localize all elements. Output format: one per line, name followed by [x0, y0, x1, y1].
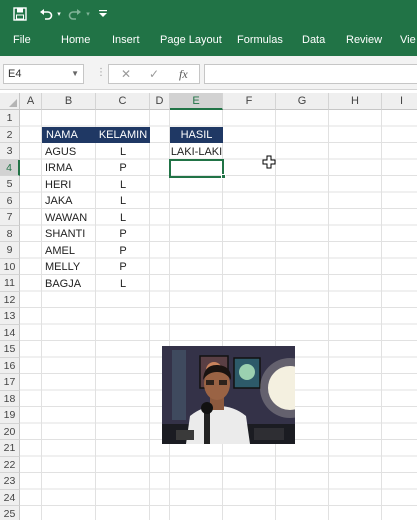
row-header[interactable]: 10 [0, 258, 20, 275]
formula-bar-area: E4 ▼ ⋮ ✕ ✓ fx [0, 56, 417, 90]
undo-dropdown-icon[interactable]: ▾ [55, 4, 63, 24]
cell-nama[interactable]: MELLY [45, 259, 80, 275]
cell-nama[interactable]: HERI [45, 177, 71, 193]
header-kelamin-text: KELAMIN [98, 129, 148, 141]
row-header[interactable]: 4 [0, 159, 20, 176]
row-header[interactable]: 1 [0, 110, 20, 127]
cell-kelamin[interactable]: P [96, 243, 150, 259]
column-header-e[interactable]: E [170, 93, 223, 110]
cell-nama[interactable]: JAKA [45, 193, 73, 209]
row-header[interactable]: 7 [0, 209, 20, 226]
cell-kelamin[interactable]: L [96, 144, 150, 160]
column-header-d[interactable]: D [150, 93, 170, 110]
select-all-button[interactable] [0, 93, 20, 110]
ribbon-tabs: File Home Insert Page Layout Formulas Da… [0, 28, 417, 56]
formula-buttons: ✕ ✓ fx [108, 64, 200, 84]
cancel-icon[interactable]: ✕ [121, 67, 131, 81]
name-box[interactable]: E4 ▼ [3, 64, 84, 84]
cell-nama[interactable]: IRMA [45, 160, 73, 176]
tab-insert[interactable]: Insert [112, 34, 140, 46]
row-header[interactable]: 22 [0, 456, 20, 473]
cell-kelamin[interactable]: P [96, 226, 150, 242]
cell-nama[interactable]: AMEL [45, 243, 75, 259]
cell-kelamin[interactable]: P [96, 259, 150, 275]
cell-kelamin[interactable]: L [96, 210, 150, 226]
save-icon[interactable] [10, 4, 30, 24]
column-header-b[interactable]: B [42, 93, 96, 110]
customize-qat-icon[interactable] [98, 4, 108, 24]
row-header[interactable]: 15 [0, 341, 20, 358]
column-header-a[interactable]: A [20, 93, 42, 110]
active-cell-e4[interactable] [169, 159, 224, 178]
cell-nama[interactable]: SHANTI [45, 226, 85, 242]
cell-kelamin[interactable]: P [96, 160, 150, 176]
tab-file[interactable]: File [13, 34, 31, 46]
row-header[interactable]: 16 [0, 357, 20, 374]
tab-data[interactable]: Data [302, 34, 325, 46]
tab-review[interactable]: Review [346, 34, 382, 46]
redo-dropdown-icon[interactable]: ▾ [84, 4, 92, 24]
column-header-i[interactable]: I [382, 93, 417, 110]
row-header[interactable]: 25 [0, 506, 20, 520]
cell-kelamin[interactable]: L [96, 276, 150, 292]
quick-access-toolbar: ▾ ▾ [0, 0, 417, 28]
row-header[interactable]: 6 [0, 192, 20, 209]
chevron-down-icon[interactable]: ▼ [71, 65, 79, 83]
column-header-g[interactable]: G [276, 93, 329, 110]
formula-bar-grip-icon: ⋮ [96, 67, 106, 78]
tab-home[interactable]: Home [61, 34, 90, 46]
row-header[interactable]: 14 [0, 324, 20, 341]
cell-kelamin[interactable]: L [96, 177, 150, 193]
header-nama[interactable]: NAMA [42, 127, 96, 143]
row-header[interactable]: 21 [0, 440, 20, 457]
row-header[interactable]: 3 [0, 143, 20, 160]
cell-hasil[interactable]: LAKI-LAKI [170, 144, 223, 160]
row-header[interactable]: 9 [0, 242, 20, 259]
row-header[interactable]: 19 [0, 407, 20, 424]
cell-nama[interactable]: AGUS [45, 144, 76, 160]
column-header-h[interactable]: H [329, 93, 382, 110]
row-header[interactable]: 18 [0, 390, 20, 407]
undo-icon[interactable] [38, 4, 54, 24]
row-header[interactable]: 2 [0, 126, 20, 143]
row-header[interactable]: 13 [0, 308, 20, 325]
column-header-f[interactable]: F [223, 93, 276, 110]
column-header-c[interactable]: C [96, 93, 150, 110]
row-header[interactable]: 23 [0, 473, 20, 490]
cell-nama[interactable]: WAWAN [45, 210, 87, 226]
row-header[interactable]: 8 [0, 225, 20, 242]
row-header[interactable]: 20 [0, 423, 20, 440]
cell-cursor-icon [262, 155, 276, 174]
row-header[interactable]: 5 [0, 176, 20, 193]
row-header[interactable]: 11 [0, 275, 20, 292]
insert-function-icon[interactable]: fx [179, 67, 188, 82]
redo-icon[interactable] [67, 4, 83, 24]
cell-kelamin[interactable]: L [96, 193, 150, 209]
enter-icon[interactable]: ✓ [149, 67, 159, 81]
name-box-value: E4 [8, 68, 22, 80]
fill-handle[interactable] [220, 174, 226, 179]
row-header[interactable]: 12 [0, 291, 20, 308]
webcam-person-image [162, 346, 295, 444]
webcam-overlay [162, 346, 295, 444]
tab-formulas[interactable]: Formulas [237, 34, 283, 46]
tab-view[interactable]: Vie [400, 34, 416, 46]
header-hasil[interactable]: HASIL [170, 127, 223, 143]
header-hasil-text: HASIL [180, 129, 213, 141]
tab-page-layout[interactable]: Page Layout [160, 34, 222, 46]
row-header[interactable]: 17 [0, 374, 20, 391]
formula-input[interactable] [204, 64, 417, 84]
cell-nama[interactable]: BAGJA [45, 276, 81, 292]
header-kelamin[interactable]: KELAMIN [96, 127, 150, 143]
row-header[interactable]: 24 [0, 489, 20, 506]
header-nama-text: NAMA [46, 129, 78, 141]
